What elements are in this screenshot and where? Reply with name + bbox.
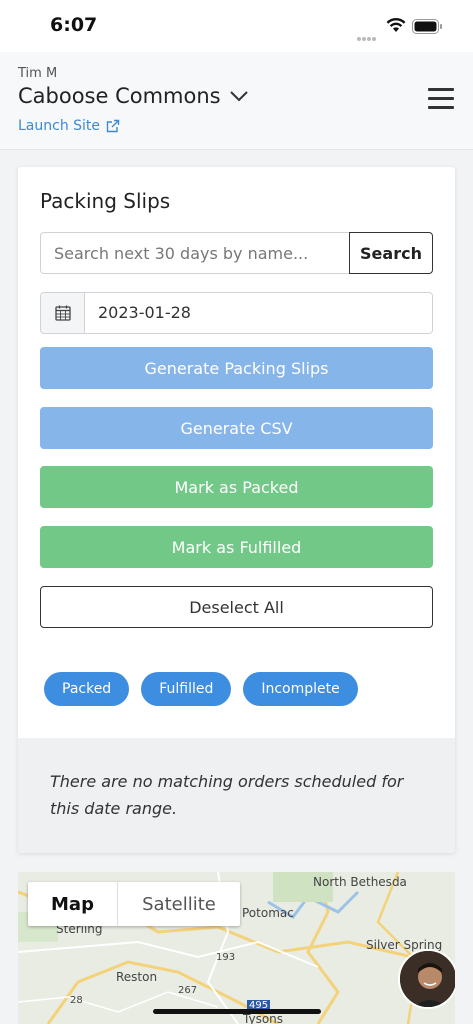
status-filters: Packed Fulfilled Incomplete <box>44 672 370 706</box>
hamburger-menu-icon[interactable] <box>428 88 454 110</box>
map-label-potomac: Potomac <box>242 906 294 920</box>
user-name: Tim M <box>18 66 58 81</box>
person-avatar-icon[interactable] <box>400 951 455 1009</box>
route-shield-193: 193 <box>216 952 236 963</box>
map-label-north-bethesda: North Bethesda <box>313 875 407 889</box>
site-name[interactable]: Caboose Commons <box>18 84 221 108</box>
deselect-all-button[interactable]: Deselect All <box>40 586 433 628</box>
card-title: Packing Slips <box>40 189 171 213</box>
map-tab-satellite[interactable]: Satellite <box>118 882 240 926</box>
wifi-icon <box>386 17 406 32</box>
filter-incomplete[interactable]: Incomplete <box>243 672 358 706</box>
support-avatar[interactable] <box>398 949 455 1009</box>
filter-fulfilled[interactable]: Fulfilled <box>141 672 232 706</box>
home-indicator[interactable] <box>153 1009 321 1014</box>
signal-icon <box>357 26 379 41</box>
app-header: Tim M Caboose Commons Launch Site <box>0 52 473 150</box>
launch-site-label[interactable]: Launch Site <box>18 118 100 134</box>
calendar-addon[interactable] <box>41 293 85 333</box>
status-bar: 6:07 <box>0 0 473 52</box>
route-shield-28: 28 <box>70 995 83 1006</box>
site-switcher[interactable]: Caboose Commons <box>18 84 249 108</box>
search-button[interactable]: Search <box>349 232 433 274</box>
filter-packed[interactable]: Packed <box>44 672 130 706</box>
mark-fulfilled-button[interactable]: Mark as Fulfilled <box>40 526 433 568</box>
search-input[interactable] <box>40 232 349 274</box>
battery-icon <box>412 19 442 34</box>
empty-state-message: There are no matching orders scheduled f… <box>50 772 404 818</box>
external-link-icon[interactable] <box>106 119 120 133</box>
generate-csv-button[interactable]: Generate CSV <box>40 407 433 449</box>
packing-slips-card: Packing Slips Search 2023-01-28 Generate… <box>18 167 455 853</box>
map-label-reston: Reston <box>116 970 158 984</box>
chevron-down-icon[interactable] <box>229 90 249 102</box>
date-value[interactable]: 2023-01-28 <box>85 293 432 333</box>
route-shield-267: 267 <box>178 985 198 996</box>
generate-packing-slips-button[interactable]: Generate Packing Slips <box>40 347 433 389</box>
map[interactable]: North Bethesda Potomac Sterling Silver S… <box>18 872 455 1024</box>
launch-site-link[interactable]: Launch Site <box>18 118 120 134</box>
status-time: 6:07 <box>50 14 98 36</box>
map-type-toggle: Map Satellite <box>28 882 240 926</box>
map-tab-map[interactable]: Map <box>28 882 118 926</box>
mark-packed-button[interactable]: Mark as Packed <box>40 466 433 508</box>
calendar-icon[interactable] <box>54 305 71 321</box>
date-picker[interactable]: 2023-01-28 <box>40 292 433 334</box>
search-group: Search <box>40 232 433 274</box>
empty-state-panel: There are no matching orders scheduled f… <box>18 738 455 853</box>
